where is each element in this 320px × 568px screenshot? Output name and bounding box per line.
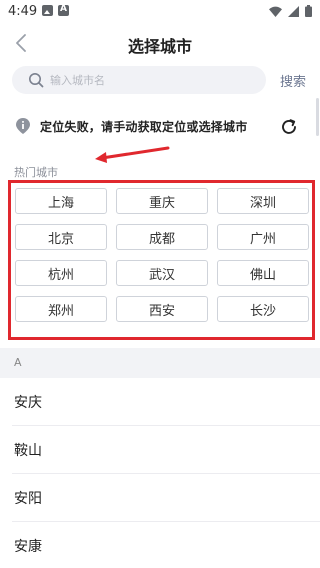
hot-cities-grid: 上海 重庆 深圳 北京 成都 广州 杭州 武汉 佛山 郑州 西安 长沙 <box>15 188 309 322</box>
list-item[interactable]: 安阳 <box>12 474 320 522</box>
search-icon <box>29 73 44 88</box>
header: 选择城市 <box>0 24 320 62</box>
hot-city-button[interactable]: 北京 <box>15 224 107 250</box>
image-icon <box>42 5 53 16</box>
hot-city-button[interactable]: 深圳 <box>217 188 309 214</box>
location-status-row: 定位失败，请手动获取定位或选择城市 <box>0 106 320 146</box>
status-bar: 4:49 <box>0 0 320 24</box>
list-item[interactable]: 安康 <box>12 522 320 568</box>
hot-city-button[interactable]: 成都 <box>116 224 208 250</box>
hot-city-button[interactable]: 广州 <box>217 224 309 250</box>
hot-city-button[interactable]: 武汉 <box>116 260 208 286</box>
hot-cities-highlight-box: 上海 重庆 深圳 北京 成都 广州 杭州 武汉 佛山 郑州 西安 长沙 <box>8 180 315 340</box>
list-item[interactable]: 鞍山 <box>12 426 320 474</box>
font-icon <box>58 4 69 16</box>
search-box[interactable] <box>12 66 266 94</box>
status-icons-left <box>42 4 69 16</box>
page-title: 选择城市 <box>127 37 192 56</box>
battery-icon <box>305 5 312 17</box>
status-time: 4:49 <box>8 4 38 19</box>
location-status-text: 定位失败，请手动获取定位或选择城市 <box>40 120 248 134</box>
hot-city-button[interactable]: 佛山 <box>217 260 309 286</box>
search-input[interactable] <box>50 71 250 89</box>
index-section-header: A <box>0 348 320 378</box>
hot-city-button[interactable]: 西安 <box>116 296 208 322</box>
hot-city-button[interactable]: 上海 <box>15 188 107 214</box>
hot-city-button[interactable]: 长沙 <box>217 296 309 322</box>
hot-city-button[interactable]: 重庆 <box>116 188 208 214</box>
wifi-icon <box>269 6 282 17</box>
city-list: 安庆 鞍山 安阳 安康 <box>0 378 320 568</box>
hot-cities-label: 热门城市 <box>14 166 58 179</box>
search-button[interactable]: 搜索 <box>280 71 306 90</box>
hot-city-button[interactable]: 郑州 <box>15 296 107 322</box>
annotation-arrow <box>95 146 170 163</box>
cellular-icon <box>288 5 299 17</box>
search-row: 搜索 <box>12 66 312 96</box>
index-letter: A <box>14 356 22 369</box>
hot-city-button[interactable]: 杭州 <box>15 260 107 286</box>
list-item[interactable]: 安庆 <box>12 378 320 426</box>
refresh-icon[interactable] <box>280 118 298 136</box>
location-info-icon <box>16 118 30 134</box>
status-icons-right <box>269 5 312 17</box>
